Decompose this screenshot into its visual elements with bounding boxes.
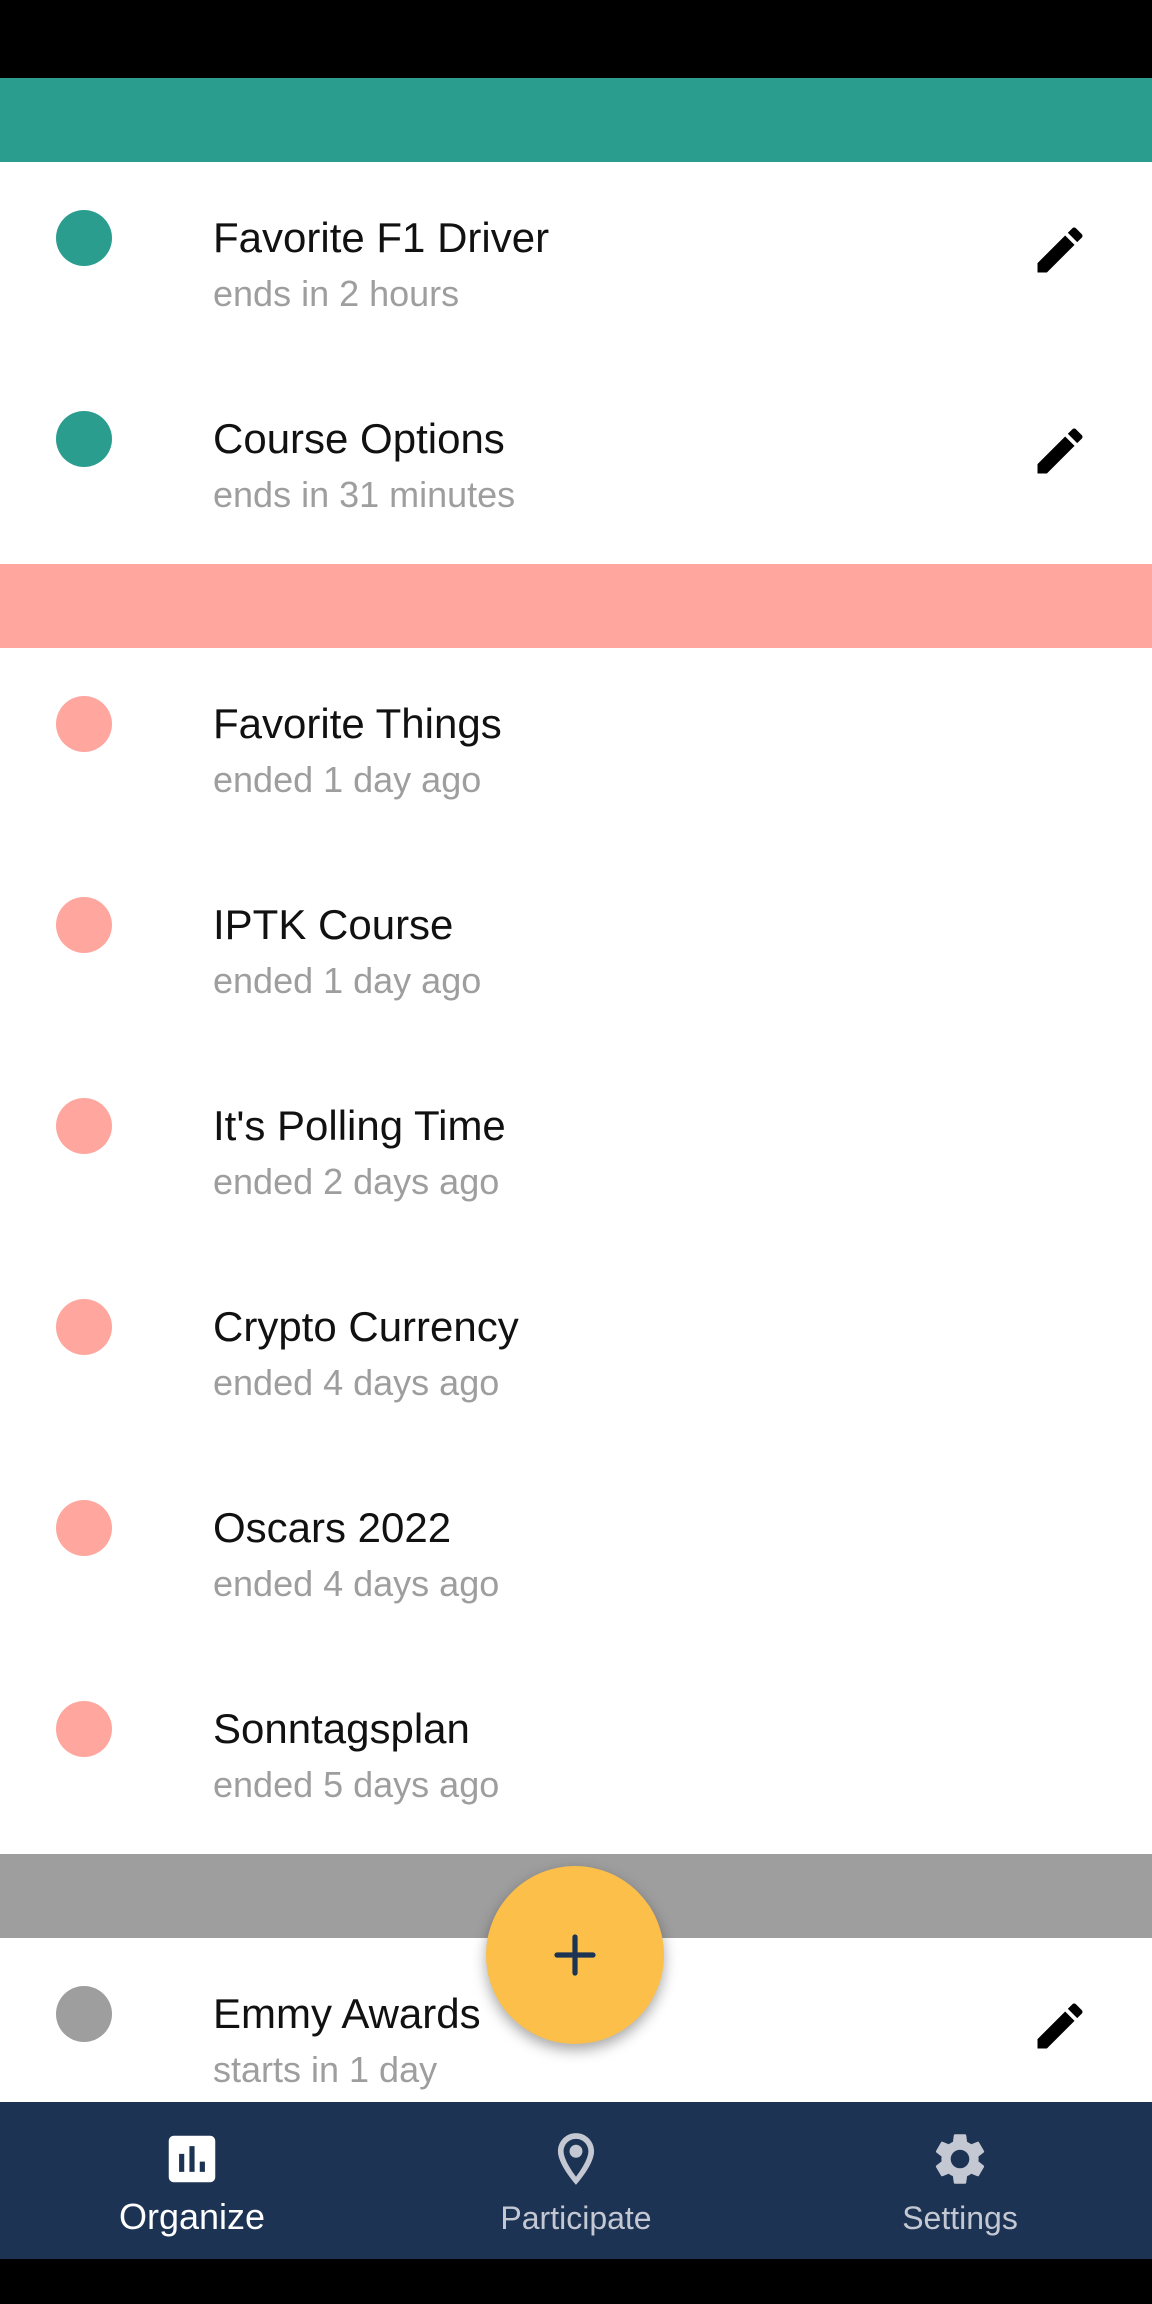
status-dot [56,897,112,953]
status-bar [0,0,1152,78]
nav-item-settings[interactable]: Settings [768,2102,1152,2259]
add-poll-button[interactable] [486,1866,664,2044]
pencil-icon [1037,227,1083,273]
nav-item-participate[interactable]: Participate [384,2102,768,2259]
poll-item-ended[interactable]: IPTK Course ended 1 day ago [0,849,1152,1050]
poll-title: Sonntagsplan [213,1705,470,1752]
poll-title: It's Polling Time [213,1102,506,1149]
poll-subtitle: starts in 1 day [213,2049,438,2090]
status-dot [56,210,112,266]
poll-subtitle: ends in 31 minutes [213,474,516,515]
poll-item-active[interactable]: Favorite F1 Driver ends in 2 hours [0,162,1152,363]
status-dot [56,1500,112,1556]
poll-item-ended[interactable]: Favorite Things ended 1 day ago [0,648,1152,849]
bar-chart-icon [168,2135,216,2183]
poll-title: Crypto Currency [213,1303,519,1350]
poll-subtitle: ends in 2 hours [213,273,460,314]
edit-button[interactable] [1024,1990,1096,2062]
status-dot [56,1299,112,1355]
poll-item-ended[interactable]: Crypto Currency ended 4 days ago [0,1251,1152,1452]
poll-item-ended[interactable]: Oscars 2022 ended 4 days ago [0,1452,1152,1653]
poll-title: Favorite F1 Driver [213,214,550,261]
poll-subtitle: ended 5 days ago [213,1764,500,1805]
poll-list[interactable]: Favorite F1 Driver ends in 2 hours Cours… [0,78,1152,2102]
status-dot [56,696,112,752]
poll-title: Oscars 2022 [213,1504,452,1551]
poll-title: Course Options [213,415,505,462]
poll-subtitle: ended 1 day ago [213,759,482,800]
poll-item-active[interactable]: Course Options ends in 31 minutes [0,363,1152,564]
nav-label: Organize [118,2196,266,2237]
location-pin-icon [557,2133,595,2185]
poll-item-ended[interactable]: Sonntagsplan ended 5 days ago [0,1653,1152,1854]
poll-title: Favorite Things [213,700,502,747]
section-header-active [0,78,1152,162]
poll-item-ended[interactable]: It's Polling Time ended 2 days ago [0,1050,1152,1251]
bottom-navigation: Organize Participate Settings [0,2102,1152,2259]
poll-subtitle: ended 4 days ago [213,1563,500,1604]
nav-label: Settings [902,2200,1018,2236]
system-gesture-bar [0,2259,1152,2304]
edit-button[interactable] [1024,214,1096,286]
nav-item-organize[interactable]: Organize [0,2102,384,2259]
status-dot [56,1098,112,1154]
plus-icon [554,1934,596,1976]
status-dot [56,411,112,467]
poll-subtitle: ended 1 day ago [213,960,482,1001]
gear-icon [935,2134,985,2184]
status-dot [56,1701,112,1757]
section-header-ended [0,564,1152,648]
edit-button[interactable] [1024,415,1096,487]
pencil-icon [1037,428,1083,474]
poll-title: Emmy Awards [213,1990,481,2037]
status-dot [56,1986,112,2042]
poll-subtitle: ended 2 days ago [213,1161,500,1202]
poll-subtitle: ended 4 days ago [213,1362,500,1403]
poll-title: IPTK Course [213,901,454,948]
pencil-icon [1037,2003,1083,2049]
nav-label: Participate [500,2200,652,2236]
